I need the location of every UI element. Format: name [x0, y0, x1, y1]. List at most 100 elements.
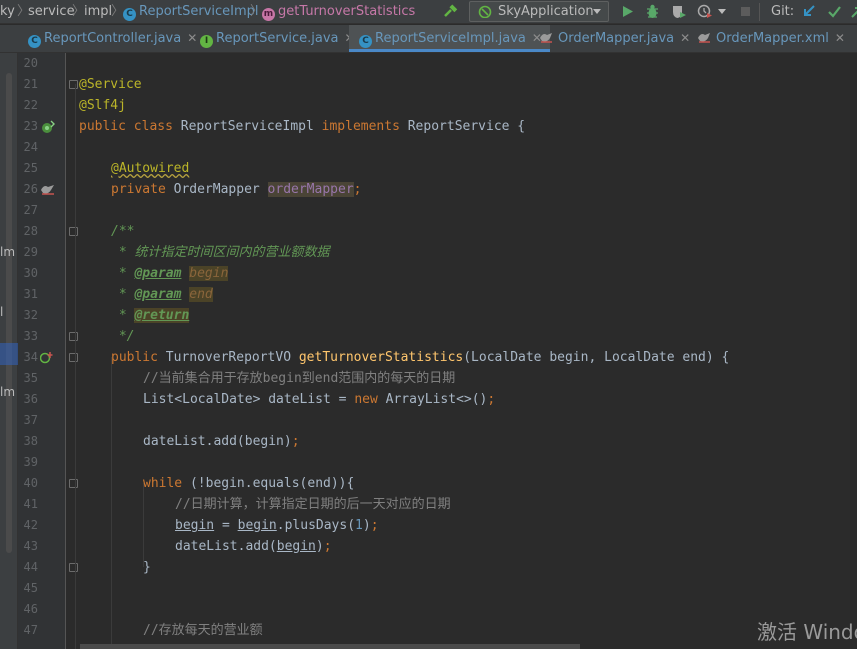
code-line-31: * @param end — [111, 287, 213, 302]
indent-guide — [111, 357, 112, 649]
line-number: 30 — [23, 266, 38, 280]
tab-label: ReportServiceImpl.java — [375, 31, 526, 46]
code-line-35: //当前集合用于存放begin到end范围内的每天的日期 — [143, 371, 456, 386]
autowired-bean-icon[interactable] — [40, 183, 56, 196]
tab-order-mapper-xml[interactable]: OrderMapper.xml ✕ — [697, 25, 845, 52]
build-hammer-icon[interactable] — [442, 3, 459, 20]
breadcrumb-item-class[interactable]: C ReportServiceImpl — [123, 3, 259, 21]
git-commit-icon[interactable] — [826, 3, 843, 20]
project-panel-edge: lm l lm — [0, 53, 18, 649]
class-icon: C — [123, 8, 136, 21]
code-line-29: * 统计指定时间区间内的营业额数据 — [111, 245, 330, 260]
line-number: 31 — [23, 287, 38, 301]
line-number: 37 — [23, 413, 38, 427]
class-icon: C — [359, 35, 372, 48]
spring-boot-icon — [478, 5, 492, 18]
breadcrumb-item-method[interactable]: m getTurnoverStatistics — [262, 3, 415, 21]
breadcrumb-method-label: getTurnoverStatistics — [278, 4, 416, 19]
tab-label: ReportService.java — [216, 31, 339, 46]
code-line-22: @Slf4j — [79, 98, 126, 113]
line-number: 41 — [23, 497, 38, 511]
code-line-34: public TurnoverReportVO getTurnoverStati… — [111, 350, 730, 365]
profile-icon[interactable] — [697, 3, 714, 20]
run-configuration-label: SkyApplication — [498, 4, 594, 19]
code-line-21: @Service — [79, 77, 142, 92]
run-icon[interactable] — [619, 3, 636, 20]
breadcrumb-item-project[interactable]: ky — [0, 3, 15, 20]
tab-label: ReportController.java — [44, 31, 182, 46]
line-number: 25 — [23, 161, 38, 175]
line-number-gutter: 20 21 22 23 24 25 26 27 28 29 30 31 32 33 34 35 36 37 38 39… — [18, 53, 78, 649]
line-number: 26 — [23, 182, 38, 196]
line-number: 33 — [23, 329, 38, 343]
tab-report-service-impl[interactable]: C ReportServiceImpl.java ✕ — [349, 25, 550, 52]
line-number: 45 — [23, 581, 38, 595]
code-line-25: @Autowired — [111, 161, 190, 176]
line-number: 40 — [23, 476, 38, 490]
chevron-down-icon[interactable] — [718, 9, 726, 14]
selected-row — [0, 343, 18, 365]
mapper-icon — [698, 33, 710, 43]
line-number: 43 — [23, 539, 38, 553]
code-line-23: public class ReportServiceImpl implement… — [79, 119, 526, 134]
editor-tab-bar: C ReportController.java ✕ I ReportService.j… — [0, 25, 857, 53]
code-line-41: //日期计算，计算指定日期的后一天对应的日期 — [175, 497, 451, 512]
line-number: 22 — [23, 98, 38, 112]
line-number: 38 — [23, 434, 38, 448]
run-configuration-select[interactable]: SkyApplication — [469, 1, 609, 22]
code-line-28: /** — [111, 224, 135, 239]
chevron-down-icon — [593, 9, 601, 14]
tab-report-service[interactable]: IReportService.java✕ — [200, 25, 355, 52]
line-number: 44 — [23, 560, 38, 574]
line-number: 23 — [23, 119, 38, 133]
code-editor[interactable]: @Service @Slf4j public class ReportServi… — [67, 53, 857, 649]
method-icon: m — [262, 8, 275, 21]
indent-guide — [143, 483, 144, 567]
project-scrollbar[interactable] — [6, 73, 12, 553]
interface-icon: I — [200, 35, 213, 48]
toolbar-divider — [759, 3, 760, 21]
line-number: 20 — [23, 56, 38, 70]
code-line-26: private OrderMapper orderMapper; — [111, 182, 362, 197]
breadcrumb-class-label: ReportServiceImpl — [139, 4, 259, 19]
line-number: 35 — [23, 371, 38, 385]
implements-method-icon[interactable] — [40, 351, 54, 364]
debug-icon[interactable] — [644, 3, 661, 20]
stop-icon[interactable] — [737, 3, 754, 20]
line-number: 46 — [23, 602, 38, 616]
close-icon[interactable]: ✕ — [187, 31, 197, 45]
left-strip-label: l — [0, 305, 4, 319]
line-number: 32 — [23, 308, 38, 322]
breadcrumb-item-service[interactable]: service — [28, 3, 75, 20]
class-icon: C — [28, 35, 41, 48]
line-number: 29 — [23, 245, 38, 259]
tab-order-mapper-java[interactable]: OrderMapper.java ✕ — [539, 25, 690, 52]
git-label: Git: — [771, 4, 795, 19]
tab-report-controller[interactable]: C ReportController.java ✕ — [28, 25, 197, 52]
line-number: 42 — [23, 518, 38, 532]
horizontal-scrollbar[interactable] — [80, 644, 580, 649]
code-line-47: //存放每天的营业额 — [143, 623, 263, 638]
code-line-33: */ — [111, 329, 135, 344]
breadcrumb-item-impl[interactable]: impl — [84, 3, 112, 20]
line-number: 34 — [23, 350, 38, 364]
line-number: 28 — [23, 224, 38, 238]
left-strip-label: lm — [0, 245, 16, 259]
close-icon[interactable]: ✕ — [680, 31, 690, 45]
code-line-30: * @param begin — [111, 266, 229, 281]
git-push-icon[interactable] — [849, 3, 857, 20]
left-strip-label: lm — [0, 385, 16, 399]
implements-bean-icon[interactable] — [41, 120, 55, 134]
line-number: 47 — [23, 623, 38, 637]
coverage-icon[interactable] — [670, 3, 687, 20]
line-number: 24 — [23, 140, 38, 154]
indent-guide — [75, 84, 76, 649]
line-number: 21 — [23, 77, 38, 91]
git-update-icon[interactable] — [801, 3, 818, 20]
code-line-40: while (!begin.equals(end)){ — [143, 476, 355, 491]
code-line-44: } — [143, 560, 151, 575]
code-line-42: begin = begin.plusDays(1); — [175, 518, 379, 533]
close-icon[interactable]: ✕ — [835, 31, 845, 45]
line-number: 36 — [23, 392, 38, 406]
mapper-icon — [540, 33, 552, 43]
